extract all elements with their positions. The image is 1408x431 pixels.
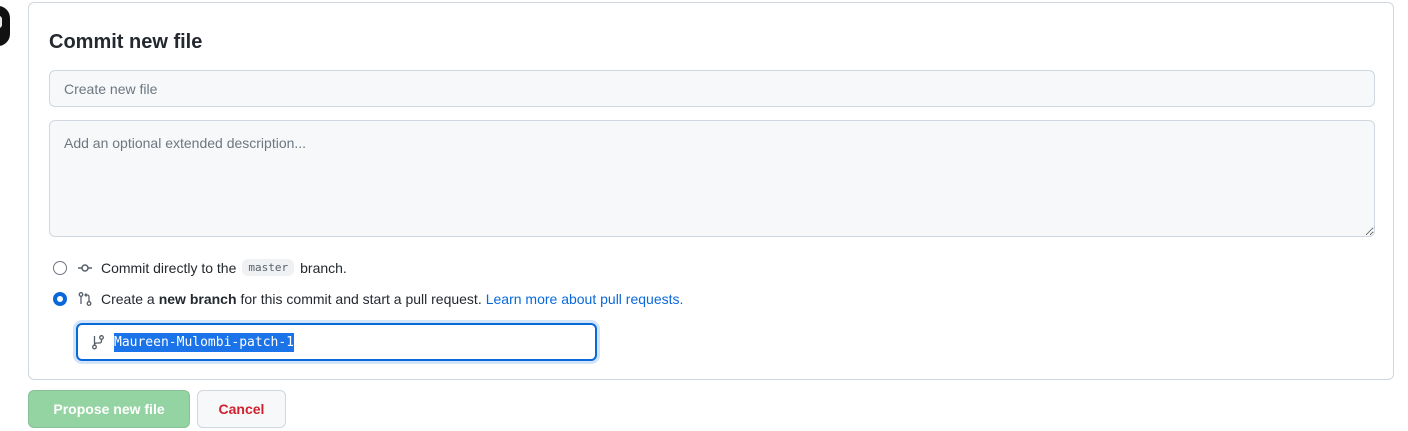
commit-title: Commit new file xyxy=(49,31,203,53)
new-branch-bold: new branch xyxy=(158,291,237,307)
new-branch-suffix: for this commit and start a pull request… xyxy=(240,291,482,307)
propose-new-file-button[interactable]: Propose new file xyxy=(28,390,190,428)
commit-direct-radio[interactable] xyxy=(53,260,67,275)
commit-direct-suffix: branch. xyxy=(300,259,347,276)
commit-description-input[interactable] xyxy=(49,120,1375,237)
cancel-button[interactable]: Cancel xyxy=(197,390,286,428)
new-branch-radio[interactable] xyxy=(53,292,67,306)
git-commit-icon xyxy=(78,263,92,272)
avatar xyxy=(0,6,10,46)
branch-name-badge: master xyxy=(242,259,295,276)
new-branch-option[interactable]: Create a new branch for this commit and st… xyxy=(53,291,683,307)
new-branch-prefix: Create a xyxy=(101,291,155,307)
commit-panel: Commit new file Commit directly to the m… xyxy=(28,2,1394,380)
commit-direct-option[interactable]: Commit directly to the master branch. xyxy=(53,259,347,276)
learn-more-pull-requests-link[interactable]: Learn more about pull requests. xyxy=(486,291,684,307)
branch-name-value[interactable]: Maureen-Mulombi-patch-1 xyxy=(114,332,295,352)
branch-name-input[interactable]: Maureen-Mulombi-patch-1 xyxy=(76,323,597,361)
git-branch-icon xyxy=(92,335,104,350)
commit-direct-label: Commit directly to the xyxy=(101,259,237,276)
commit-summary-input[interactable] xyxy=(49,70,1375,107)
git-pull-request-icon xyxy=(78,292,92,306)
